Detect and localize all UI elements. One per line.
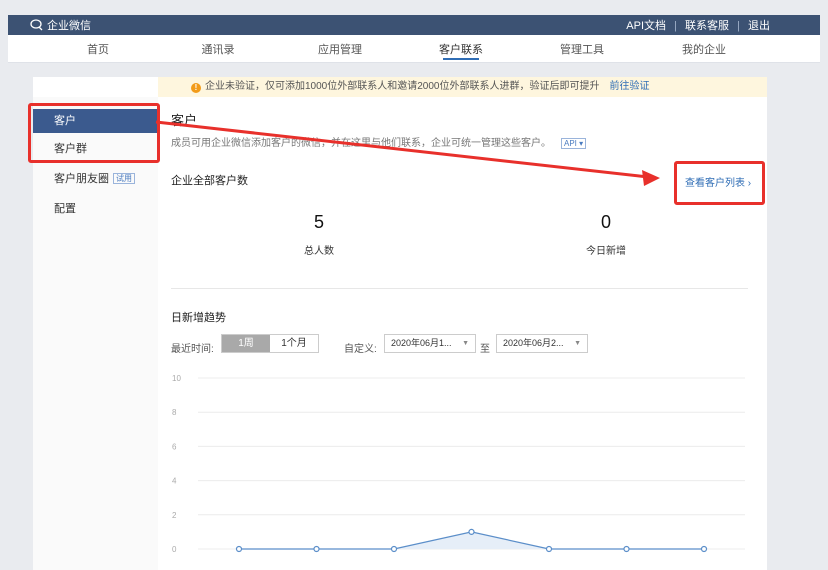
arrow-line (155, 120, 649, 179)
annotation-arrow (155, 120, 660, 186)
arrow-head (642, 170, 660, 186)
